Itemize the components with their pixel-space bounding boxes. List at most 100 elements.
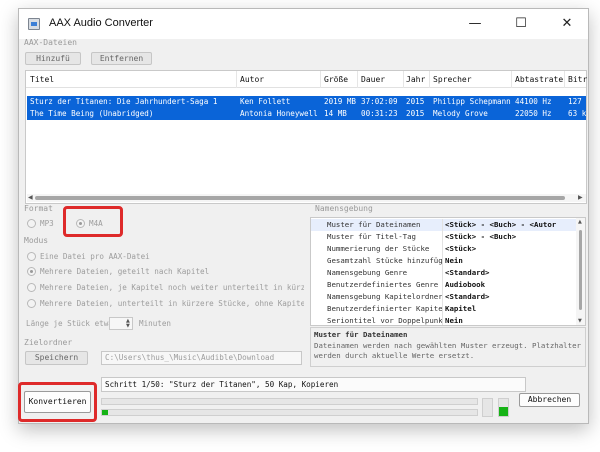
window-title: AAX Audio Converter xyxy=(49,17,153,29)
column-header-year[interactable]: Jahr xyxy=(406,75,425,84)
property-divider xyxy=(442,267,443,279)
column-header-sample-rate[interactable]: Abtastrate xyxy=(515,75,563,84)
property-row[interactable]: Seriontitel vor Doppelpunkt Nein xyxy=(311,315,585,325)
property-name: Gesamtzahl Stücke hinzufüg xyxy=(327,256,443,265)
column-header-duration[interactable]: Dauer xyxy=(361,75,385,84)
property-name: Muster für Titel-Tag xyxy=(327,232,416,241)
mp3-label: MP3 xyxy=(40,219,54,228)
property-name: Seriontitel vor Doppelpunkt xyxy=(327,316,443,325)
scrollbar-thumb[interactable] xyxy=(579,230,582,310)
mode-option-label: Mehrere Dateien, geteilt nach Kapitel xyxy=(40,267,210,276)
close-button[interactable]: ✕ xyxy=(544,9,590,39)
property-value[interactable]: Audiobook xyxy=(445,280,485,289)
naming-property-grid[interactable]: Muster für Dateinamen <Stück> - <Buch> -… xyxy=(310,217,586,326)
row-title: The Time Being (Unabridged) xyxy=(30,109,154,118)
file-row[interactable]: Sturz der Titanen: Die Jahrhundert-Saga … xyxy=(27,96,586,108)
row-sample-rate: 44100 Hz xyxy=(515,97,552,106)
file-progress-fill xyxy=(102,410,108,415)
property-row[interactable]: Benutzerdefiniertes Genre Audiobook xyxy=(311,279,585,291)
property-row[interactable]: Namensgebung Genre <Standard> xyxy=(311,267,585,279)
property-grid-scrollbar[interactable]: ▲ ▼ xyxy=(576,218,585,325)
column-header-author[interactable]: Autor xyxy=(240,75,264,84)
property-divider xyxy=(442,219,443,231)
column-separator[interactable] xyxy=(403,71,404,88)
length-label: Länge je Stück etwa xyxy=(26,319,113,328)
row-narrator: Philipp Schepmann xyxy=(433,97,511,106)
property-divider xyxy=(442,291,443,303)
save-folder-button[interactable]: Speichern xyxy=(25,351,88,365)
length-stepper[interactable]: ▲ ▼ xyxy=(109,317,133,330)
property-value[interactable]: Nein xyxy=(445,316,463,325)
row-title: Sturz der Titanen: Die Jahrhundert-Saga … xyxy=(30,97,218,106)
row-bitrate: 127 xyxy=(568,97,582,106)
add-button[interactable]: Hinzufü xyxy=(25,52,81,65)
column-separator[interactable] xyxy=(564,71,565,88)
column-header-size[interactable]: Größe xyxy=(324,75,348,84)
column-separator[interactable] xyxy=(511,71,512,88)
format-highlight xyxy=(63,206,123,237)
overall-progress-bar xyxy=(101,398,478,405)
property-value[interactable]: Kapitel xyxy=(445,304,476,313)
row-duration: 37:02:09 xyxy=(361,97,398,106)
output-path-field[interactable]: C:\Users\thus_\Music\Audible\Download xyxy=(101,351,302,365)
property-row[interactable]: Namensgebung Kapitelordner <Standard> xyxy=(311,291,585,303)
property-row[interactable]: Gesamtzahl Stücke hinzufüg Nein xyxy=(311,255,585,267)
status-text: Schritt 1/50: "Sturz der Titanen", 50 Ka… xyxy=(101,377,526,392)
horizontal-scrollbar[interactable]: ◀ ▶ xyxy=(27,194,586,202)
property-value[interactable]: <Standard> xyxy=(445,292,490,301)
convert-highlight xyxy=(18,382,97,422)
property-divider xyxy=(442,243,443,255)
mode-radio[interactable] xyxy=(27,283,36,292)
maximize-button[interactable]: ☐ xyxy=(498,9,544,39)
column-header-title[interactable]: Titel xyxy=(30,75,54,84)
mode-radio[interactable] xyxy=(27,252,36,261)
scrollbar-thumb[interactable] xyxy=(35,196,565,200)
output-group-label: Zielordner xyxy=(24,338,73,347)
remove-button[interactable]: Entfernen xyxy=(91,52,152,65)
scroll-down-icon[interactable]: ▼ xyxy=(578,318,582,324)
column-separator[interactable] xyxy=(357,71,358,88)
naming-help-panel: Muster für Dateinamen Dateinamen werden … xyxy=(310,327,586,367)
column-separator[interactable] xyxy=(320,71,321,88)
level-meter-left xyxy=(482,398,493,417)
scroll-left-icon[interactable]: ◀ xyxy=(28,194,33,201)
mode-radio[interactable] xyxy=(27,267,36,276)
property-name: Namensgebung Genre xyxy=(327,268,408,277)
aax-files-group-label: AAX-Dateien xyxy=(24,38,77,47)
aax-file-list[interactable]: Titel Autor Größe Dauer Jahr Sprecher Ab… xyxy=(25,70,587,204)
mp3-radio[interactable] xyxy=(27,219,36,228)
chevron-down-icon[interactable]: ▼ xyxy=(126,323,130,329)
row-narrator: Melody Grove xyxy=(433,109,488,118)
row-sample-rate: 22050 Hz xyxy=(515,109,552,118)
column-separator[interactable] xyxy=(236,71,237,88)
minimize-button[interactable]: — xyxy=(452,9,498,39)
column-separator[interactable] xyxy=(429,71,430,88)
property-value[interactable]: <Stück> xyxy=(445,244,476,253)
property-divider xyxy=(442,303,443,315)
property-value[interactable]: <Stück> - <Buch> - <Autor xyxy=(445,220,556,229)
property-row[interactable]: Nummerierung der Stücke <Stück> xyxy=(311,243,585,255)
row-size: 2019 MB xyxy=(324,97,357,106)
property-row[interactable]: Benutzerdefinierter Kapite Kapitel xyxy=(311,303,585,315)
help-text: Dateinamen werden nach gewählten Muster … xyxy=(314,341,581,360)
column-header-narrator[interactable]: Sprecher xyxy=(433,75,472,84)
property-name: Muster für Dateinamen xyxy=(327,220,421,229)
file-progress-bar xyxy=(101,409,478,416)
property-value[interactable]: <Stück> - <Buch> xyxy=(445,232,516,241)
scroll-up-icon[interactable]: ▲ xyxy=(578,219,582,225)
file-row[interactable]: The Time Being (Unabridged) Antonia Hone… xyxy=(27,108,586,120)
row-author: Antonia Honeywell xyxy=(240,109,318,118)
column-header-bitrate[interactable]: Bitr xyxy=(568,75,587,84)
abort-button[interactable]: Abbrechen xyxy=(519,393,580,407)
property-row[interactable]: Muster für Dateinamen <Stück> - <Buch> -… xyxy=(311,219,585,231)
help-title: Muster für Dateinamen xyxy=(314,330,408,339)
mode-option-label: Mehrere Dateien, je Kapitel noch weiter … xyxy=(40,283,304,292)
scroll-right-icon[interactable]: ▶ xyxy=(578,194,583,201)
property-row[interactable]: Muster für Titel-Tag <Stück> - <Buch> xyxy=(311,231,585,243)
property-name: Benutzerdefiniertes Genre xyxy=(327,280,439,289)
row-duration: 00:31:23 xyxy=(361,109,398,118)
property-value[interactable]: Nein xyxy=(445,256,463,265)
mode-radio[interactable] xyxy=(27,299,36,308)
row-year: 2015 xyxy=(406,109,425,118)
property-value[interactable]: <Standard> xyxy=(445,268,490,277)
